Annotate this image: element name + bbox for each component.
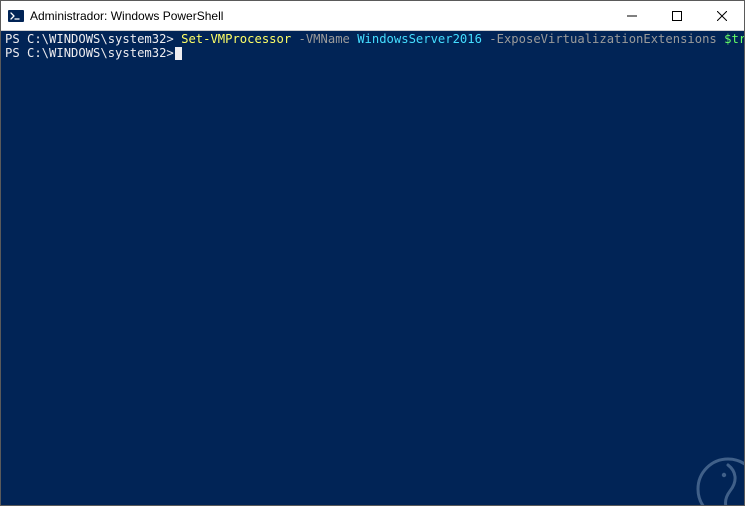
powershell-window: Administrador: Windows PowerShell PS C:\… [0, 0, 745, 506]
window-controls [609, 1, 744, 30]
window-title: Administrador: Windows PowerShell [30, 9, 609, 23]
param-text: -VMName [291, 32, 350, 46]
cursor [175, 47, 182, 60]
watermark-icon [692, 453, 744, 505]
arg-text: WindowsServer2016 [350, 32, 482, 46]
close-button[interactable] [699, 1, 744, 30]
terminal-area[interactable]: PS C:\WINDOWS\system32> Set-VMProcessor … [1, 31, 744, 505]
titlebar[interactable]: Administrador: Windows PowerShell [1, 1, 744, 31]
command-text: Set-VMProcessor [174, 32, 291, 46]
terminal-line: PS C:\WINDOWS\system32> [5, 46, 740, 60]
bool-text: $true [717, 32, 744, 46]
prompt-text: PS C:\WINDOWS\system32> [5, 46, 174, 60]
maximize-button[interactable] [654, 1, 699, 30]
prompt-text: PS C:\WINDOWS\system32> [5, 32, 174, 46]
param-text: -ExposeVirtualizationExtensions [482, 32, 717, 46]
minimize-button[interactable] [609, 1, 654, 30]
terminal-line: PS C:\WINDOWS\system32> Set-VMProcessor … [5, 32, 740, 46]
powershell-icon [8, 8, 24, 24]
